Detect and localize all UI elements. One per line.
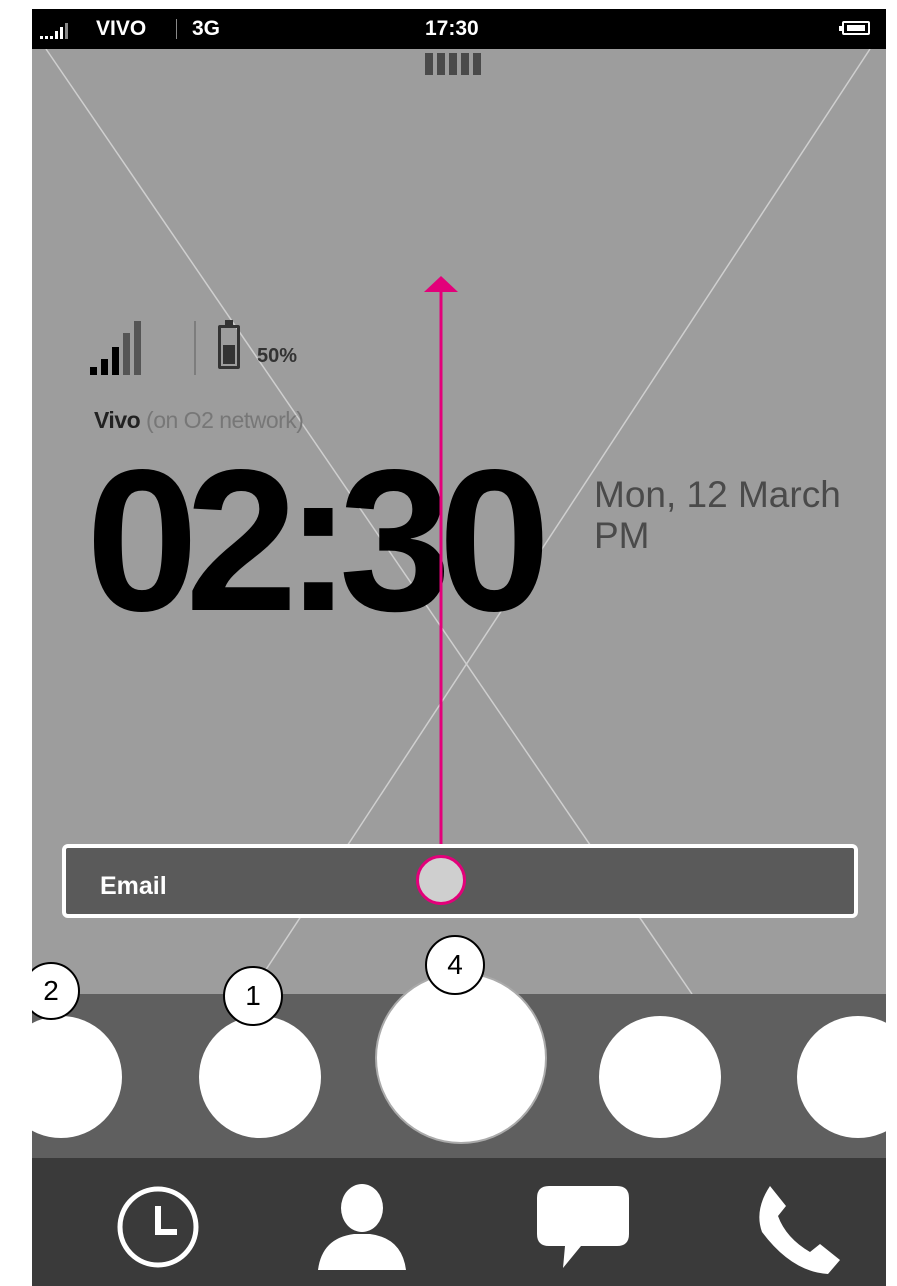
app-shortcut[interactable] (599, 1016, 721, 1138)
app-shortcut[interactable] (199, 1016, 321, 1138)
phone-icon[interactable] (752, 1182, 848, 1278)
notification-badge: 1 (223, 966, 283, 1026)
contact-icon[interactable] (314, 1178, 410, 1274)
dock (32, 1158, 886, 1286)
phone-screen: VIVO 3G 17:30 50% Vivo (on O2 network) 0… (32, 9, 886, 1286)
app-shortcut-selected[interactable] (377, 974, 545, 1142)
notification-drag-handle[interactable] (416, 855, 466, 905)
clock-icon[interactable] (115, 1184, 201, 1270)
notification-label: Email (100, 872, 167, 900)
notification-badge: 4 (425, 935, 485, 995)
app-shortcut[interactable] (797, 1016, 886, 1138)
app-tray: 2 1 4 (32, 935, 886, 1158)
message-icon[interactable] (535, 1182, 631, 1272)
app-shortcut[interactable] (32, 1016, 122, 1138)
